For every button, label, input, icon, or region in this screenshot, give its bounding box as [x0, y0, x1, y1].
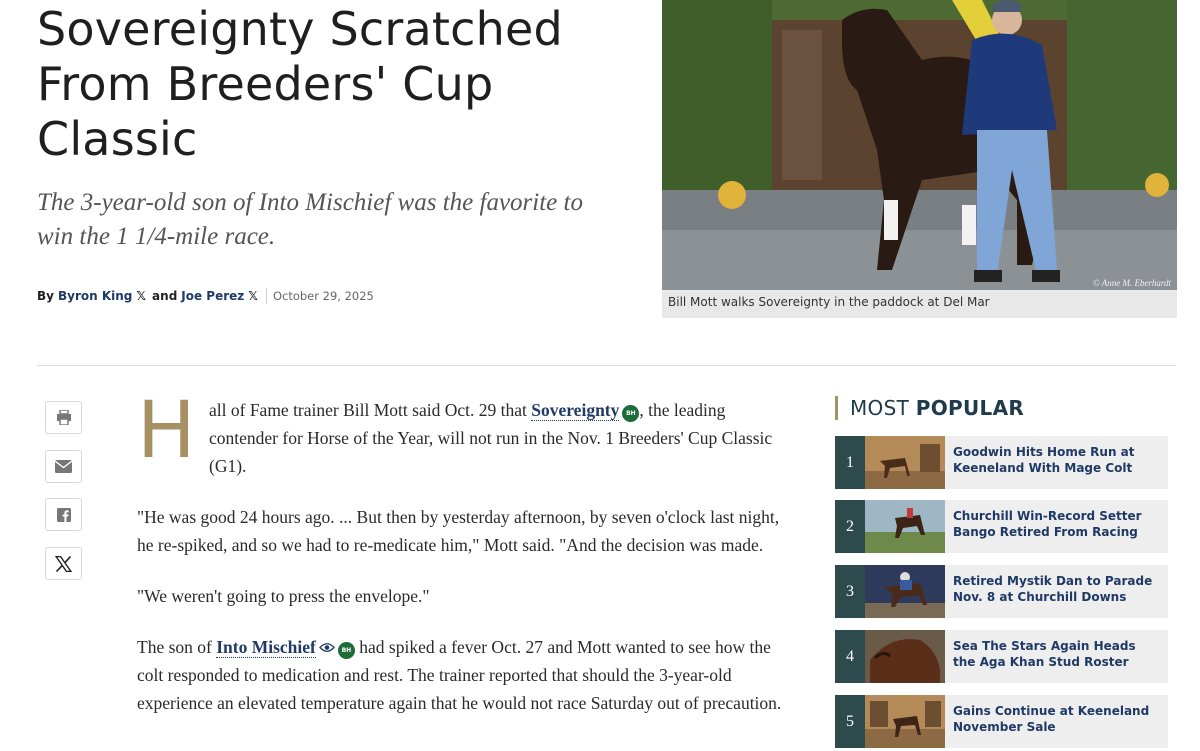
thumbnail[interactable]: [865, 630, 945, 683]
byline-by: By: [37, 289, 54, 303]
paragraph-1: all of Fame trainer Bill Mott said Oct. …: [137, 396, 782, 480]
rank-number: 3: [835, 565, 865, 618]
horse-and-trainer-photo: [662, 0, 1177, 290]
drop-cap: H: [137, 386, 196, 476]
paragraph-2: "He was good 24 hours ago. ... But then …: [137, 507, 780, 555]
most-popular-item[interactable]: 4 Sea The Stars Again Heads the Aga Khan…: [835, 630, 1168, 683]
most-popular-heading-light: MOST: [850, 396, 910, 420]
most-popular-item[interactable]: 5 Gains Continue at Keeneland November S…: [835, 695, 1168, 748]
thumbnail[interactable]: [865, 436, 945, 489]
most-popular-item[interactable]: 1 Goodwin Hits Home Run at Keeneland Wit…: [835, 436, 1168, 489]
lead-photo[interactable]: © Anne M. Eberhardt: [662, 0, 1177, 290]
article-body: H all of Fame trainer Bill Mott said Oct…: [137, 386, 782, 740]
x-share-button[interactable]: [45, 547, 82, 580]
eye-icon[interactable]: [319, 642, 335, 653]
most-popular-title: Goodwin Hits Home Run at Keeneland With …: [953, 445, 1135, 475]
most-popular-heading: MOST POPULAR: [835, 396, 1024, 420]
lead-photo-figure: © Anne M. Eberhardt Bill Mott walks Sove…: [662, 0, 1177, 318]
byline-divider: [265, 288, 267, 304]
email-icon: [55, 460, 72, 473]
thumbnail[interactable]: [865, 695, 945, 748]
x-icon[interactable]: 𝕏: [136, 289, 146, 303]
most-popular-title: Churchill Win-Record Setter Bango Retire…: [953, 509, 1142, 539]
facebook-share-button[interactable]: [45, 498, 82, 531]
byline-and: and: [152, 289, 178, 303]
photo-credit: © Anne M. Eberhardt: [1092, 278, 1171, 288]
facebook-icon: [56, 507, 71, 522]
print-icon: [56, 410, 71, 425]
email-button[interactable]: [45, 450, 82, 483]
most-popular-title: Retired Mystik Dan to Parade Nov. 8 at C…: [953, 574, 1153, 604]
paragraph-text: The son of: [137, 637, 217, 657]
publish-date: October 29, 2025: [272, 289, 374, 303]
header-divider: [37, 365, 1176, 366]
most-popular-item[interactable]: 3 Retired Mystik Dan to Parade Nov. 8 at…: [835, 565, 1168, 618]
paragraph-4: The son of Into Mischief BH had spiked a …: [137, 633, 782, 717]
photo-caption: Bill Mott walks Sovereignty in the paddo…: [668, 295, 990, 309]
bloodhorse-badge-icon[interactable]: BH: [622, 405, 640, 422]
x-icon: [55, 555, 72, 572]
print-button[interactable]: [45, 401, 82, 434]
bloodhorse-badge-icon[interactable]: BH: [337, 642, 355, 659]
author-link-byron-king[interactable]: Byron King: [58, 289, 132, 303]
horse-link-into-mischief[interactable]: Into Mischief: [216, 637, 316, 658]
most-popular-heading-bold: POPULAR: [915, 396, 1025, 420]
rank-number: 2: [835, 500, 865, 553]
byline: By Byron King 𝕏 and Joe Perez 𝕏 October …: [37, 288, 374, 304]
paragraph-3: "We weren't going to press the envelope.…: [137, 586, 430, 606]
rank-number: 1: [835, 436, 865, 489]
article-dek: The 3-year-old son of Into Mischief was …: [37, 189, 583, 250]
horse-link-sovereignty[interactable]: Sovereignty: [531, 400, 620, 421]
x-icon[interactable]: 𝕏: [248, 289, 258, 303]
most-popular-title: Gains Continue at Keeneland November Sal…: [953, 704, 1150, 734]
most-popular-item[interactable]: 2 Churchill Win-Record Setter Bango Reti…: [835, 500, 1168, 553]
author-link-joe-perez[interactable]: Joe Perez: [181, 289, 244, 303]
thumbnail[interactable]: [865, 500, 945, 553]
rank-number: 5: [835, 695, 865, 748]
paragraph-text: all of Fame trainer Bill Mott said Oct. …: [209, 400, 532, 420]
most-popular-title: Sea The Stars Again Heads the Aga Khan S…: [953, 639, 1136, 669]
rank-number: 4: [835, 630, 865, 683]
thumbnail[interactable]: [865, 565, 945, 618]
article-headline: Sovereignty Scratched From Breeders' Cup…: [37, 2, 563, 166]
